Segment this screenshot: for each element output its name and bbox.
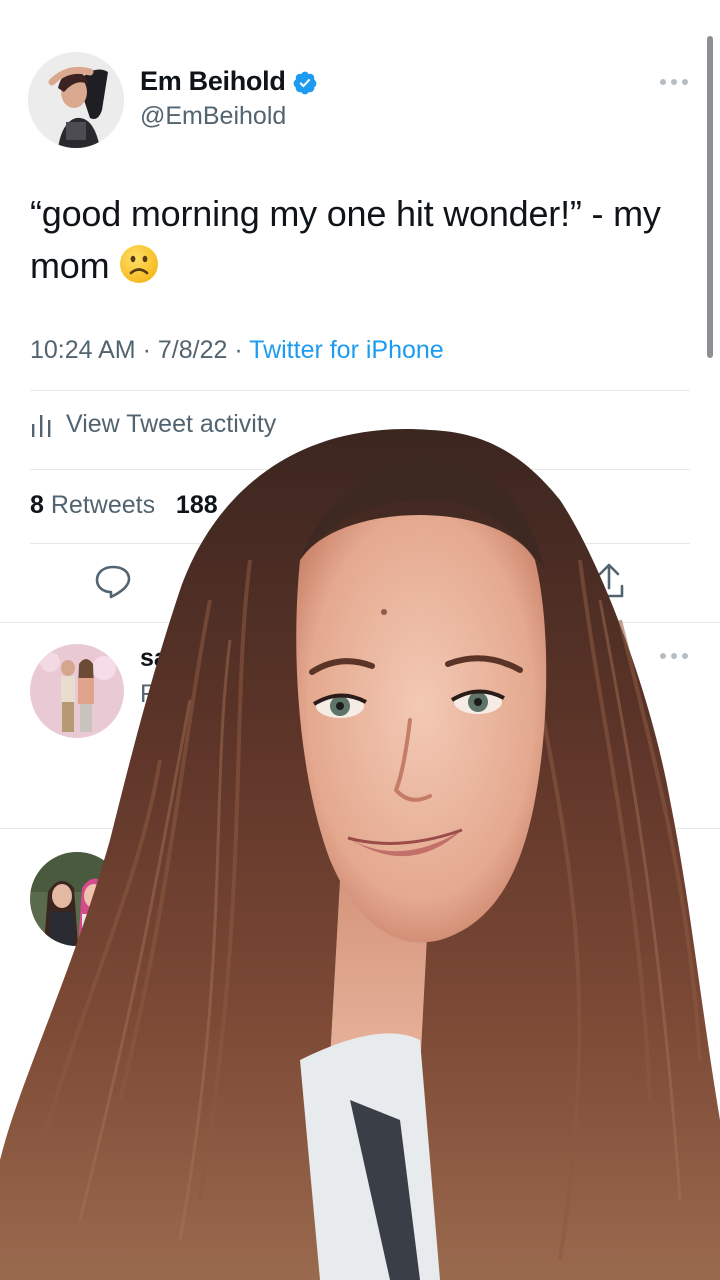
author-handle[interactable]: @EmBeihold [140,102,286,131]
meta-separator: · [234,336,250,364]
more-options-icon[interactable] [660,78,688,86]
tweet-text: “good morning my one hit wonder!” - my m… [30,188,680,292]
divider [30,469,690,470]
reply-avatar[interactable] [30,644,124,738]
tweet-date: 7/8/22 [157,336,228,364]
frowning-face-icon [120,245,159,283]
verified-badge-icon [293,71,317,95]
divider [30,543,690,544]
tweet-time: 10:24 AM [30,336,136,364]
scrollbar[interactable] [707,36,713,358]
view-tweet-activity-button[interactable]: View Tweet activity [30,410,276,439]
view-tweet-activity-label: View Tweet activity [66,410,277,438]
likes-count-partial[interactable]: 188 [176,491,218,519]
reply-author-name[interactable]: sa [140,644,168,673]
reply-avatar-image [30,852,124,946]
author-avatar-image [28,52,124,148]
more-options-icon[interactable] [660,652,688,660]
retweets-label: Retweets [50,491,156,519]
retweets-stat[interactable]: 8 Retweets [30,491,155,519]
meta-separator: · [142,336,158,364]
retweets-count: 8 [30,491,44,519]
tweet-stats: 8 Retweets 188 [30,491,218,520]
share-icon[interactable] [592,562,626,600]
reply-icon[interactable] [94,564,132,600]
divider [0,828,720,829]
author-avatar[interactable] [28,52,124,148]
divider [0,622,720,623]
tweet-source-link[interactable]: Twitter for iPhone [249,336,444,364]
reply-subtitle: R [140,680,159,708]
tweet-meta: 10:24 AM · 7/8/22 · Twitter for iPhone [30,336,444,365]
analytics-icon [32,414,51,437]
reply-avatar[interactable] [30,852,124,946]
reply-avatar-image [30,644,124,738]
divider [30,390,690,391]
author-display-name[interactable]: Em Beihold [140,66,286,97]
